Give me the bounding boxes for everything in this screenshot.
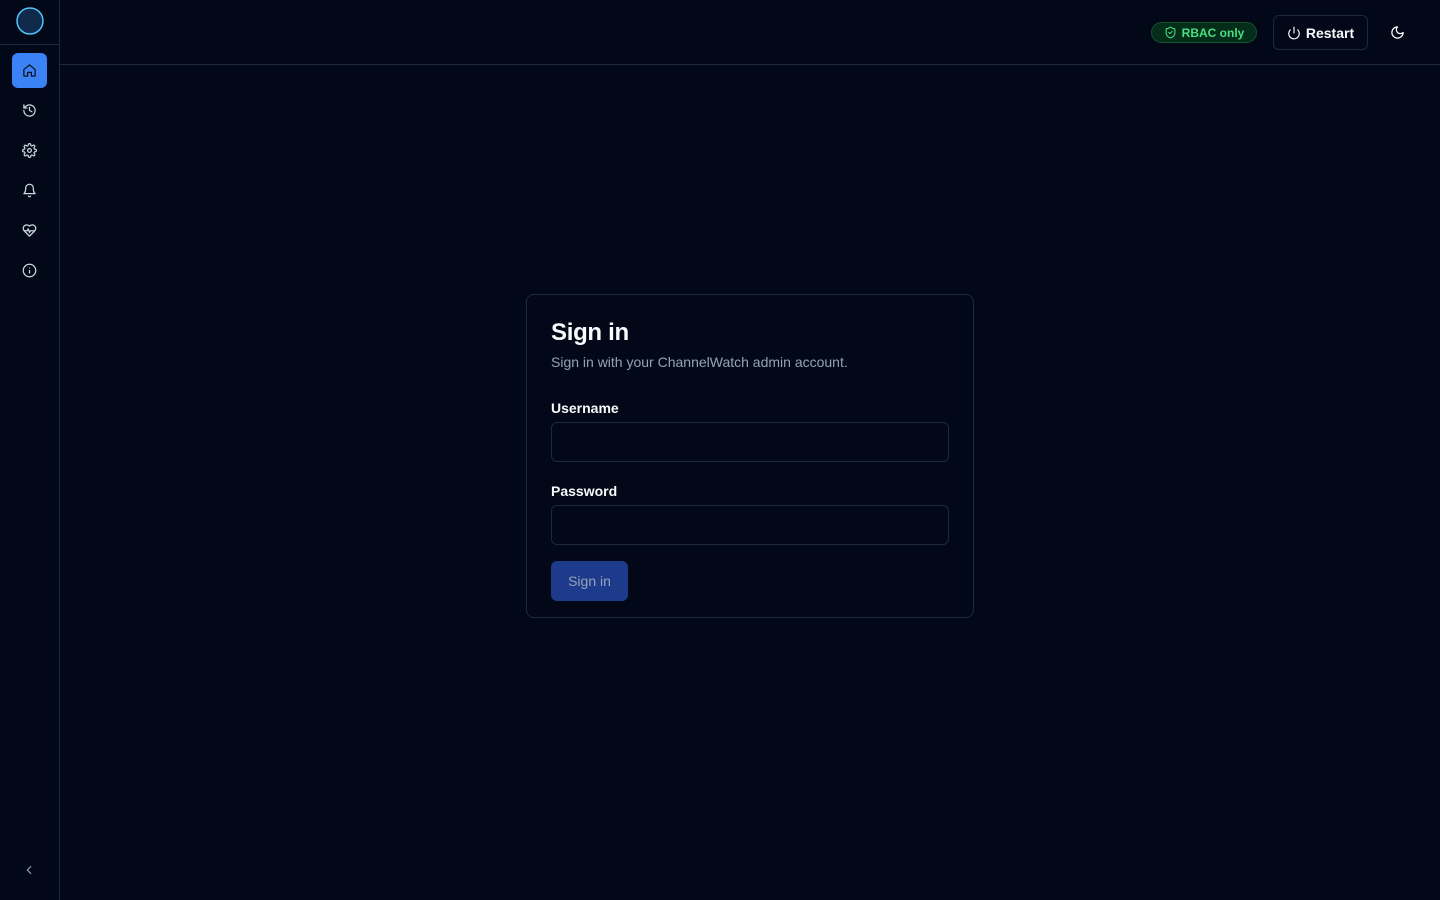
gear-icon xyxy=(22,143,37,158)
sidebar xyxy=(0,0,60,900)
restart-button[interactable]: Restart xyxy=(1273,15,1368,50)
username-input[interactable] xyxy=(551,422,949,462)
sidebar-collapse-button[interactable] xyxy=(19,860,39,880)
heart-pulse-icon xyxy=(22,224,37,237)
password-label: Password xyxy=(551,483,618,499)
restart-label: Restart xyxy=(1305,24,1355,41)
login-card: Sign in Sign in with your ChannelWatch a… xyxy=(526,294,974,618)
chevron-left-icon xyxy=(26,865,32,875)
history-icon xyxy=(23,104,36,117)
rbac-status-badge: RBAC only xyxy=(1151,22,1257,43)
theme-toggle-button[interactable] xyxy=(1382,17,1412,47)
sidebar-divider xyxy=(0,44,59,45)
sidebar-item-notifications[interactable] xyxy=(12,173,47,208)
top-bar: RBAC only Restart xyxy=(60,0,1440,65)
app-logo-icon[interactable] xyxy=(15,6,45,36)
username-label: Username xyxy=(551,400,619,416)
login-subtitle: Sign in with your ChannelWatch admin acc… xyxy=(551,354,848,370)
password-input[interactable] xyxy=(551,505,949,545)
sidebar-item-health[interactable] xyxy=(12,213,47,248)
power-icon xyxy=(1288,26,1300,39)
login-title: Sign in xyxy=(551,319,629,346)
moon-icon xyxy=(1390,25,1404,39)
badge-label: RBAC only xyxy=(1181,25,1245,40)
sidebar-item-home[interactable] xyxy=(12,53,47,88)
sidebar-item-about[interactable] xyxy=(12,253,47,288)
sidebar-item-history[interactable] xyxy=(12,93,47,128)
info-icon xyxy=(22,263,37,278)
sidebar-item-settings[interactable] xyxy=(12,133,47,168)
bell-icon xyxy=(23,183,36,198)
shield-check-icon xyxy=(1165,26,1176,39)
home-icon xyxy=(23,64,36,77)
sign-in-button[interactable]: Sign in xyxy=(551,561,628,601)
